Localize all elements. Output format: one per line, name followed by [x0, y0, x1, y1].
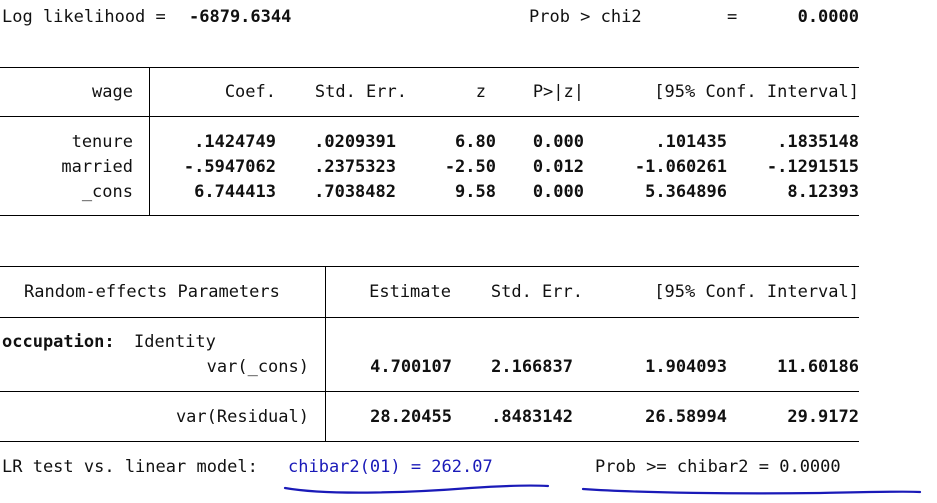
- underline-stroke-left: [283, 484, 550, 494]
- handwritten-underline-annotation: [283, 484, 922, 495]
- underline-stroke-right: [581, 487, 922, 495]
